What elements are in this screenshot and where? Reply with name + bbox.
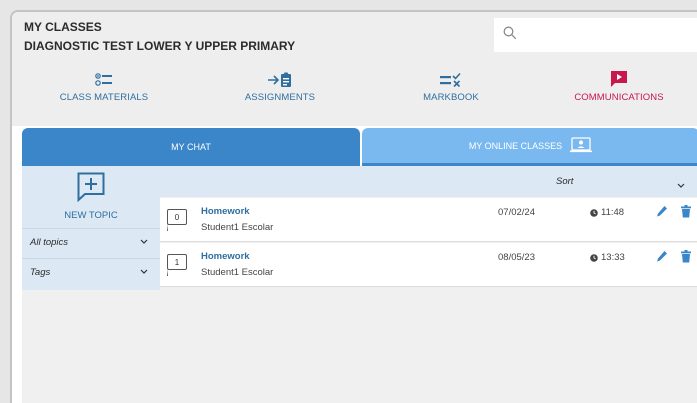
search-icon[interactable] [503,26,517,45]
app-frame: MY CLASSES DIAGNOSTIC TEST LOWER Y UPPER… [10,10,697,403]
tab-label: MY ONLINE CLASSES [468,140,563,151]
thread-author: Student1 Escolar [201,267,274,278]
chat-tabs: MY CHAT MY ONLINE CLASSES [22,128,697,166]
thread-author: Student1 Escolar [201,222,274,233]
search-box[interactable] [494,18,697,52]
tab-my-online-classes[interactable]: MY ONLINE CLASSES [362,128,697,166]
nav-markbook[interactable]: MARKBOOK [406,58,496,126]
tags-filter-label: Tags [30,267,51,278]
header: MY CLASSES DIAGNOSTIC TEST LOWER Y UPPER… [12,12,697,58]
class-name: DIAGNOSTIC TEST LOWER Y UPPER PRIMARY [24,39,296,53]
edit-icon[interactable] [656,205,668,223]
search-input[interactable] [524,24,684,46]
thread-date: 07/02/24 [498,207,535,218]
nav-label: COMMUNICATIONS [574,92,664,103]
assignment-arrow-icon [268,58,292,92]
nav-class-materials[interactable]: CLASS MATERIALS [54,58,154,126]
clock-icon [590,253,598,262]
topics-filter-label: All topics [30,237,69,248]
reply-count-badge: 0 [167,209,187,231]
thread-subject[interactable]: Homework [201,206,250,217]
play-message-icon [610,58,628,92]
page-title: MY CLASSES [24,20,102,34]
thread-time: 11:48 [590,207,624,218]
sort-dropdown[interactable]: Sort [160,166,697,197]
nav-label: ASSIGNMENTS [244,92,316,103]
chat-content: NEW TOPIC All topics Tags Sort 0 Homewor… [22,166,697,403]
nav-label: CLASS MATERIALS [59,92,149,103]
edit-icon[interactable] [656,250,668,268]
trash-icon[interactable] [681,205,691,223]
laptop-user-icon [570,136,593,155]
markbook-icon [440,58,462,92]
topics-filter-dropdown[interactable]: All topics [22,228,160,256]
reply-count-badge: 1 [167,254,187,276]
list-icon [95,58,113,92]
chat-sidebar: NEW TOPIC All topics Tags [22,166,160,290]
chevron-down-icon [140,267,148,278]
new-topic-label: NEW TOPIC [64,210,118,221]
nav-label: MARKBOOK [423,92,479,103]
thread-time: 13:33 [590,252,625,263]
trash-icon[interactable] [681,250,691,268]
chevron-down-icon [140,237,148,248]
tab-my-chat[interactable]: MY CHAT [22,128,360,166]
thread-row[interactable]: 0 Homework Student1 Escolar 07/02/24 11:… [160,198,697,242]
tags-filter-dropdown[interactable]: Tags [22,258,160,286]
nav-assignments[interactable]: ASSIGNMENTS [230,58,330,126]
clock-icon [590,208,598,217]
class-nav: CLASS MATERIALS ASSIGNMENTS MARKBOOK COM… [12,58,697,126]
new-topic-button[interactable]: NEW TOPIC [22,166,160,228]
new-topic-icon [77,172,105,207]
sort-label: Sort [556,176,574,187]
thread-time-value: 11:48 [601,207,625,218]
thread-subject[interactable]: Homework [201,251,250,262]
thread-date: 08/05/23 [498,252,535,263]
chevron-down-icon [677,176,685,194]
nav-communications[interactable]: COMMUNICATIONS [564,58,674,126]
tab-label: MY CHAT [171,142,211,152]
thread-row[interactable]: 1 Homework Student1 Escolar 08/05/23 13:… [160,243,697,287]
thread-time-value: 13:33 [601,252,625,263]
